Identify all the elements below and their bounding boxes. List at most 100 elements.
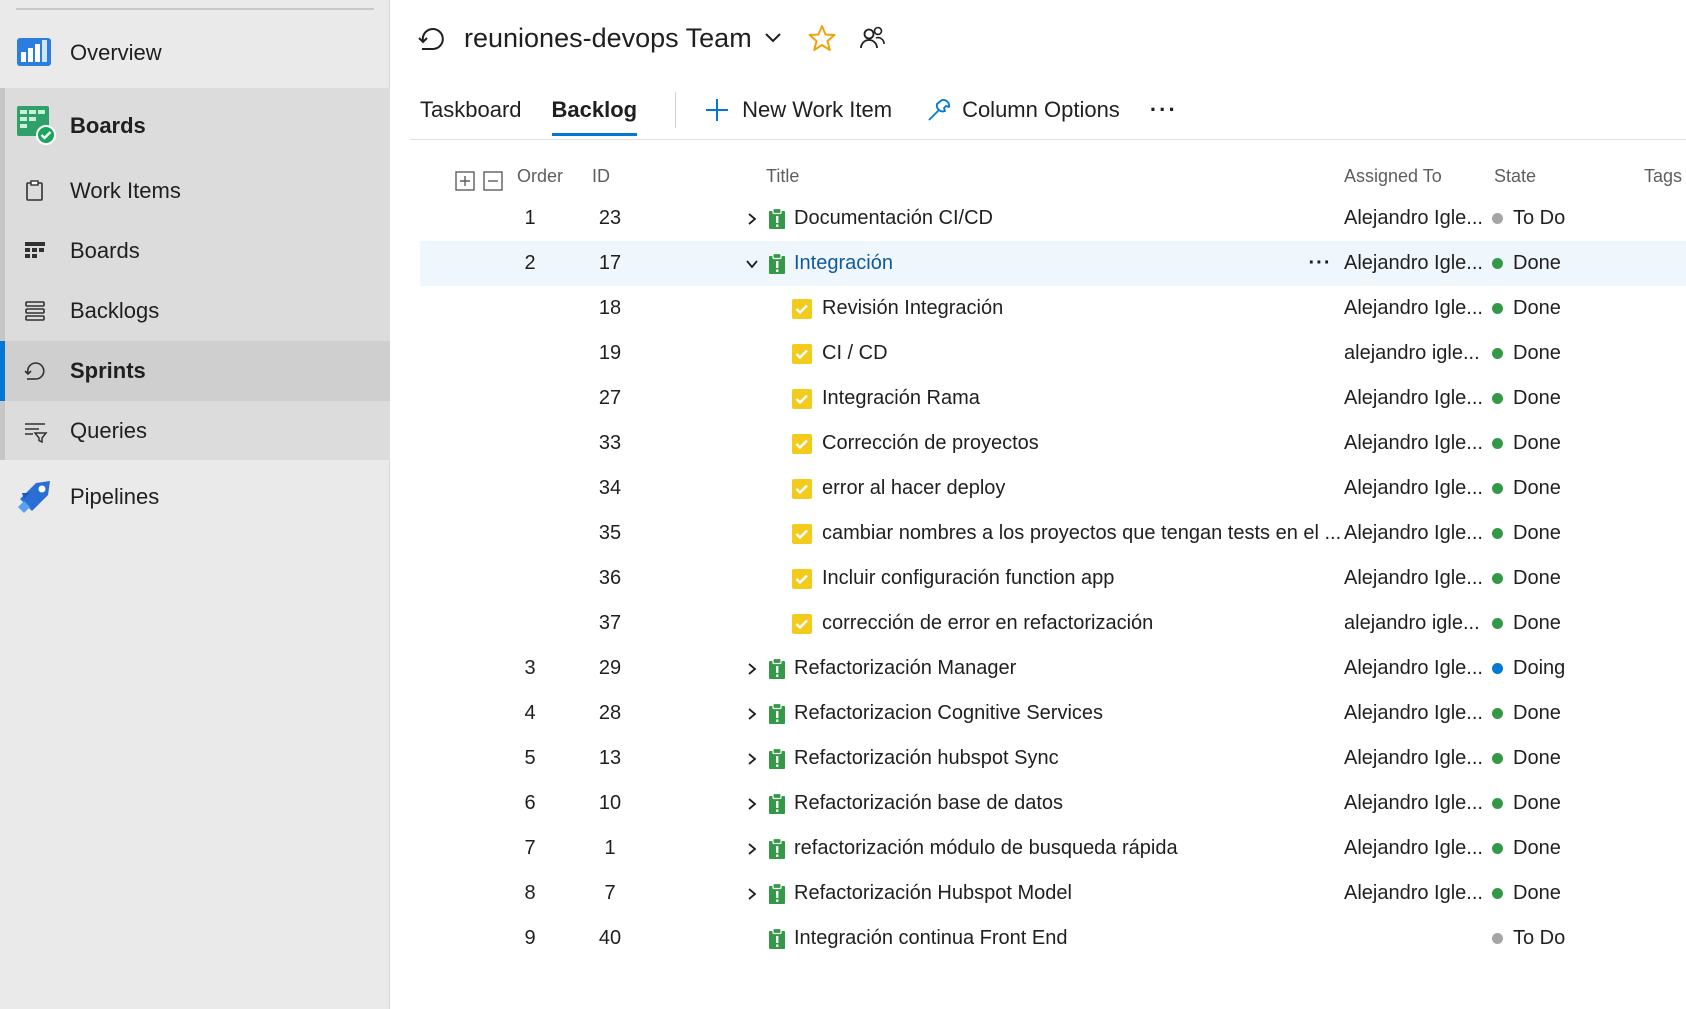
column-header-assigned-to[interactable]: Assigned To bbox=[1344, 158, 1442, 194]
table-row[interactable]: 35 cambiar nombres a los proyectos que te… bbox=[420, 511, 1686, 556]
title-cell[interactable]: error al hacer deploy bbox=[792, 466, 1005, 511]
wrench-icon bbox=[926, 97, 952, 123]
work-item-title[interactable]: CI / CD bbox=[822, 331, 888, 376]
table-row[interactable]: 5 13 Refactorización hubspot Sync Alejandro… bbox=[420, 736, 1686, 781]
column-header-order[interactable]: Order bbox=[517, 158, 563, 194]
nav-sprints-label: Sprints bbox=[70, 358, 146, 383]
work-item-title[interactable]: cambiar nombres a los proyectos que teng… bbox=[822, 511, 1341, 556]
column-options-button[interactable]: Column Options bbox=[926, 97, 1120, 123]
work-item-title[interactable]: Revisión Integración bbox=[822, 286, 1003, 331]
title-cell[interactable]: corrección de error en refactorización bbox=[792, 601, 1153, 646]
work-item-title[interactable]: Refactorización Hubspot Model bbox=[794, 871, 1072, 916]
column-header-id[interactable]: ID bbox=[592, 158, 610, 194]
title-cell[interactable]: Integración Rama bbox=[792, 376, 980, 421]
column-header-state[interactable]: State bbox=[1494, 158, 1536, 194]
work-item-title[interactable]: refactorización módulo de busqueda rápid… bbox=[794, 826, 1178, 871]
title-cell[interactable]: Refactorizacion Cognitive Services bbox=[768, 691, 1103, 736]
title-cell[interactable]: Integración continua Front End bbox=[768, 916, 1068, 961]
work-item-title[interactable]: Refactorización base de datos bbox=[794, 781, 1063, 826]
chevron-right-icon[interactable] bbox=[740, 691, 764, 736]
work-item-title[interactable]: Integración bbox=[794, 241, 893, 286]
work-item-title[interactable]: Refactorizacion Cognitive Services bbox=[794, 691, 1103, 736]
state-label: Done bbox=[1513, 792, 1561, 814]
work-item-title[interactable]: Incluir configuración function app bbox=[822, 556, 1114, 601]
table-row[interactable]: 37 corrección de error en refactorización… bbox=[420, 601, 1686, 646]
chevron-right-icon[interactable] bbox=[740, 826, 764, 871]
table-row[interactable]: 6 10 Refactorización base de datos Alejandr… bbox=[420, 781, 1686, 826]
team-title[interactable]: reuniones-devops Team bbox=[464, 23, 752, 54]
team-members-icon[interactable] bbox=[858, 24, 886, 52]
chevron-right-icon[interactable] bbox=[740, 781, 764, 826]
chevron-down-icon[interactable] bbox=[740, 241, 764, 286]
title-cell[interactable]: Refactorización Hubspot Model bbox=[768, 871, 1072, 916]
chevron-down-icon[interactable] bbox=[764, 32, 782, 44]
title-cell[interactable]: Refactorización Manager bbox=[768, 646, 1016, 691]
table-row[interactable]: 8 7 Refactorización Hubspot Model Alejandro… bbox=[420, 871, 1686, 916]
chevron-right-icon[interactable] bbox=[740, 736, 764, 781]
nav-work-items[interactable]: Work Items bbox=[0, 161, 390, 221]
table-row[interactable]: 34 error al hacer deploy Alejandro Igle...… bbox=[420, 466, 1686, 511]
column-header-tags[interactable]: Tags bbox=[1644, 158, 1682, 194]
nav-sprints[interactable]: Sprints bbox=[0, 341, 390, 401]
title-cell[interactable]: Corrección de proyectos bbox=[792, 421, 1039, 466]
assigned-to-cell: Alejandro Igle... bbox=[1344, 882, 1483, 904]
work-item-title[interactable]: Integración continua Front End bbox=[794, 916, 1068, 961]
state-label: Done bbox=[1513, 612, 1561, 634]
title-cell[interactable]: Revisión Integración bbox=[792, 286, 1003, 331]
title-cell[interactable]: Integración bbox=[768, 241, 893, 286]
title-cell[interactable]: Documentación CI/CD bbox=[768, 196, 993, 241]
nav-overview[interactable]: Overview bbox=[0, 20, 390, 86]
state-label: Done bbox=[1513, 432, 1561, 454]
row-more-button[interactable]: ··· bbox=[1300, 241, 1340, 286]
more-actions-button[interactable]: ··· bbox=[1150, 97, 1178, 123]
table-row[interactable]: 3 29 Refactorización Manager Alejandro Igle… bbox=[420, 646, 1686, 691]
title-cell[interactable]: Refactorización base de datos bbox=[768, 781, 1063, 826]
tab-backlog[interactable]: Backlog bbox=[551, 84, 638, 136]
title-cell[interactable]: Incluir configuración function app bbox=[792, 556, 1114, 601]
new-work-item-button[interactable]: New Work Item bbox=[704, 97, 892, 123]
work-item-title[interactable]: Documentación CI/CD bbox=[794, 196, 993, 241]
state-dot-icon bbox=[1492, 213, 1503, 224]
work-item-title[interactable]: corrección de error en refactorización bbox=[822, 601, 1153, 646]
chevron-right-icon[interactable] bbox=[740, 196, 764, 241]
id-cell: 7 bbox=[604, 882, 616, 904]
id-cell: 33 bbox=[598, 432, 622, 454]
nav-pipelines[interactable]: Pipelines bbox=[0, 466, 390, 528]
kanban-board-icon bbox=[24, 241, 46, 261]
chevron-right-icon[interactable] bbox=[740, 646, 764, 691]
table-row[interactable]: 9 40 Integración continua Front End To Do bbox=[420, 916, 1686, 961]
nav-backlogs[interactable]: Backlogs bbox=[0, 281, 390, 341]
work-item-title[interactable]: error al hacer deploy bbox=[822, 466, 1005, 511]
table-row[interactable]: 19 CI / CD alejandro igle... Done bbox=[420, 331, 1686, 376]
title-cell[interactable]: Refactorización hubspot Sync bbox=[768, 736, 1059, 781]
table-row[interactable]: 2 17 Integración ··· Alejandro Igle... Done bbox=[420, 241, 1686, 286]
state-label: Done bbox=[1513, 702, 1561, 724]
state-label: Done bbox=[1513, 252, 1561, 274]
tab-taskboard[interactable]: Taskboard bbox=[420, 84, 522, 136]
table-row[interactable]: 36 Incluir configuración function app Alej… bbox=[420, 556, 1686, 601]
title-cell[interactable]: refactorización módulo de busqueda rápid… bbox=[768, 826, 1178, 871]
table-row[interactable]: 27 Integración Rama Alejandro Igle... Done bbox=[420, 376, 1686, 421]
assigned-to-cell: alejandro igle... bbox=[1344, 342, 1480, 364]
column-header-title[interactable]: Title bbox=[766, 158, 799, 194]
nav-boards[interactable]: Boards bbox=[0, 221, 390, 281]
title-cell[interactable]: CI / CD bbox=[792, 331, 888, 376]
title-cell[interactable]: cambiar nombres a los proyectos que teng… bbox=[792, 511, 1341, 556]
nav-queries[interactable]: Queries bbox=[0, 401, 390, 461]
work-item-title[interactable]: Corrección de proyectos bbox=[822, 421, 1039, 466]
table-row[interactable]: 7 1 refactorización módulo de busqueda ráp… bbox=[420, 826, 1686, 871]
work-item-title[interactable]: Refactorización Manager bbox=[794, 646, 1016, 691]
table-row[interactable]: 4 28 Refactorizacion Cognitive Services Ale… bbox=[420, 691, 1686, 736]
table-row[interactable]: 33 Corrección de proyectos Alejandro Igle.… bbox=[420, 421, 1686, 466]
table-row[interactable]: 1 23 Documentación CI/CD Alejandro Igle... T… bbox=[420, 196, 1686, 241]
nav-boards-hub[interactable]: Boards bbox=[0, 95, 390, 157]
star-icon[interactable] bbox=[808, 24, 836, 52]
assigned-to-cell: Alejandro Igle... bbox=[1344, 747, 1483, 769]
table-row[interactable]: 18 Revisión Integración Alejandro Igle... D… bbox=[420, 286, 1686, 331]
chevron-right-icon[interactable] bbox=[740, 871, 764, 916]
work-item-title[interactable]: Integración Rama bbox=[822, 376, 980, 421]
state-dot-icon bbox=[1492, 933, 1503, 944]
overview-icon bbox=[16, 34, 52, 68]
work-item-title[interactable]: Refactorización hubspot Sync bbox=[794, 736, 1059, 781]
assigned-to-cell: Alejandro Igle... bbox=[1344, 567, 1483, 589]
